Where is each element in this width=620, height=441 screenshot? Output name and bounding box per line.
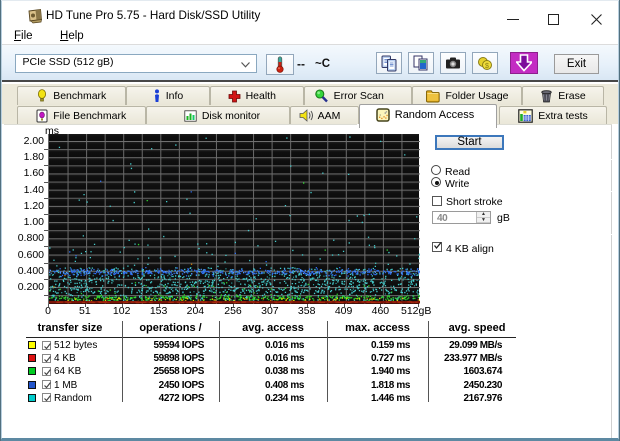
svg-text:$: $ xyxy=(485,63,489,70)
